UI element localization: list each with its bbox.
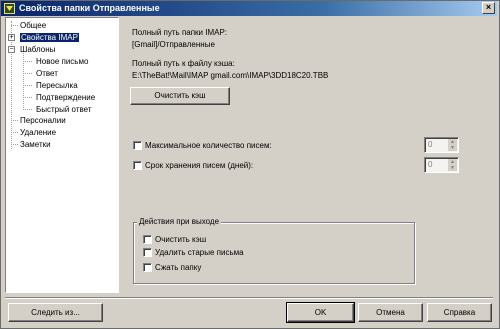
tree-item-label: Ответ <box>36 69 58 78</box>
exit-delete-old-label: Удалить старые письма <box>155 248 244 257</box>
thebat-app-icon <box>4 3 15 14</box>
cache-path-value: E:\TheBat!\Mail\IMAP gmail.com\IMAP\3DD1… <box>132 71 329 80</box>
title-bar: Свойства папки Отправленные × <box>1 1 497 16</box>
retention-stepper[interactable]: 0 ▲ ▼ <box>424 157 459 173</box>
spin-down-icon[interactable]: ▼ <box>448 145 457 151</box>
expand-icon[interactable]: + <box>8 34 15 41</box>
tree-line <box>11 132 18 133</box>
tree-item-notes[interactable]: Заметки <box>20 139 51 150</box>
tree-item-templates[interactable]: Шаблоны <box>20 44 55 55</box>
collapse-icon[interactable]: − <box>8 46 15 53</box>
exit-actions-title: Действия при выходе <box>137 217 222 226</box>
exit-clear-cache-checkbox[interactable] <box>143 235 152 244</box>
tree-item-label: Подтверждение <box>36 93 96 102</box>
tree-item-reply[interactable]: Ответ <box>36 68 58 79</box>
tree-line <box>11 25 18 26</box>
tree-item-personalities[interactable]: Персоналии <box>20 115 66 126</box>
tree-item-deletion[interactable]: Удаление <box>20 127 56 138</box>
retention-label: Срок хранения писем (дней): <box>145 161 254 170</box>
help-button[interactable]: Справка <box>427 303 492 322</box>
max-messages-label: Максимальное количество писем: <box>145 141 272 150</box>
spin-down-icon[interactable]: ▼ <box>448 165 457 171</box>
tree-item-label: Удаление <box>20 128 57 137</box>
tree-line <box>23 109 32 110</box>
follow-from-button[interactable]: Следить из... <box>8 303 103 322</box>
max-messages-stepper[interactable]: 0 ▲ ▼ <box>424 137 459 153</box>
tree-item-general[interactable]: Общее <box>20 20 46 31</box>
settings-tree[interactable]: Общее + Свойства IMAP − Шаблоны Новое пи… <box>5 17 119 293</box>
tree-line <box>23 85 32 86</box>
exit-compact-label: Сжать папку <box>155 263 202 272</box>
tree-item-confirmation[interactable]: Подтверждение <box>36 92 95 103</box>
exit-clear-cache-label: Очистить кэш <box>155 235 207 244</box>
tree-item-label: Пересылка <box>36 81 78 90</box>
tree-item-label: Заметки <box>20 140 51 149</box>
max-messages-value: 0 <box>428 140 433 149</box>
window-title: Свойства папки Отправленные <box>19 3 160 13</box>
tree-item-label: Новое письмо <box>36 57 89 66</box>
tree-item-label: Свойства IMAP <box>20 33 79 42</box>
tree-item-label: Персоналии <box>20 116 66 125</box>
imap-path-value: [Gmail]/Отправленные <box>132 40 215 49</box>
help-button-label: Справка <box>443 308 476 317</box>
tree-line <box>11 120 18 121</box>
exit-compact-checkbox[interactable] <box>143 263 152 272</box>
cancel-button[interactable]: Отмена <box>358 303 423 322</box>
tree-item-label: Шаблоны <box>20 45 56 54</box>
footer-separator <box>5 297 493 299</box>
tree-item-label: Общее <box>20 21 47 30</box>
cache-path-label: Полный путь к файлу кэша: <box>132 59 235 68</box>
retention-value: 0 <box>428 160 433 169</box>
max-messages-checkbox[interactable] <box>133 141 142 150</box>
tree-line <box>11 144 18 145</box>
tree-item-imap-properties[interactable]: Свойства IMAP <box>20 32 79 43</box>
close-button[interactable]: × <box>482 2 495 14</box>
clear-cache-button-label: Очистить кэш <box>154 91 206 100</box>
tree-item-quick-reply[interactable]: Быстрый ответ <box>36 104 92 115</box>
ok-button-label: OK <box>314 308 327 317</box>
exit-delete-old-checkbox[interactable] <box>143 248 152 257</box>
tree-item-forward[interactable]: Пересылка <box>36 80 78 91</box>
tree-line <box>23 61 32 62</box>
tree-line <box>23 73 32 74</box>
cancel-button-label: Отмена <box>376 308 405 317</box>
tree-line <box>23 97 32 98</box>
ok-button[interactable]: OK <box>286 302 355 323</box>
clear-cache-button[interactable]: Очистить кэш <box>130 87 230 105</box>
tree-item-label: Быстрый ответ <box>36 105 92 114</box>
imap-path-label: Полный путь папки IMAP: <box>132 28 228 37</box>
retention-checkbox[interactable] <box>133 161 142 170</box>
tree-item-new-message[interactable]: Новое письмо <box>36 56 88 67</box>
follow-from-button-label: Следить из... <box>31 308 80 317</box>
